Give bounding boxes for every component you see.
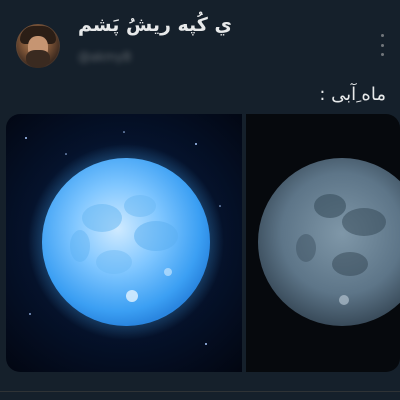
more-vertical-icon[interactable] [378,34,386,56]
blue-moon-bright-image [25,131,224,345]
moon-bright [42,158,210,326]
moon-crater [339,295,349,305]
star [219,205,221,207]
star [29,313,31,315]
star [123,131,125,133]
dot [380,34,384,37]
photo-blue-moon-dark[interactable] [246,114,400,372]
blue-moon-dark-image [258,158,400,326]
star [65,153,67,155]
moon-crater [126,290,138,302]
dot [380,53,384,56]
star [195,143,197,145]
dot [380,43,384,47]
star [205,343,207,345]
display-name[interactable]: ﻱ کُپه ریشُ پَشم [78,14,232,36]
tweet-media-grid [6,114,400,376]
tweet-header: ﻱ کُپه ریشُ پَشم @akmyB [0,0,400,80]
moon-mare [82,204,122,232]
moon-mare [332,252,368,276]
tweet-text: ماه ِآبی : [319,84,386,105]
avatar-beard [26,50,50,68]
avatar[interactable] [16,24,60,68]
moon-mare [96,250,132,274]
moon-mare [134,221,178,251]
star [25,137,27,139]
tweet-screen: ﻱ کُپه ریشُ پَشم @akmyB ماه ِآبی : [0,0,400,400]
moon-dark [258,158,400,326]
moon-mare [70,230,90,262]
photo-blue-moon-bright[interactable] [6,114,242,372]
user-handle[interactable]: @akmyB [78,50,138,64]
moon-mare [314,194,346,218]
divider [0,391,400,392]
moon-mare [296,234,316,262]
moon-mare [342,208,386,236]
moon-mare [124,195,156,217]
moon-crater [164,268,172,276]
